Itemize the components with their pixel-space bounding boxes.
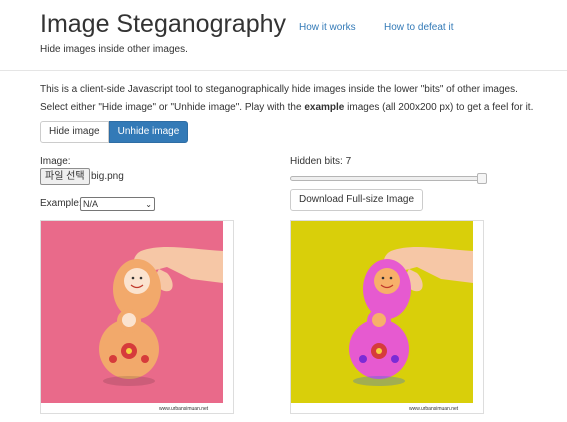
doll-face	[124, 268, 150, 294]
chevron-down-icon: ⌄	[145, 200, 152, 209]
intro-line-2-start: Select either "Hide image" or "Unhide im…	[40, 102, 305, 113]
inner-doll-face	[372, 313, 386, 327]
download-button[interactable]: Download Full-size Image	[290, 189, 424, 211]
slider-track	[290, 176, 487, 181]
inner-doll-face	[122, 313, 136, 327]
image-margin	[473, 221, 483, 413]
flower-decoration	[359, 355, 367, 363]
header-divider	[0, 70, 567, 71]
unhide-image-button[interactable]: Unhide image	[108, 121, 189, 143]
page-title: Image Steganography	[40, 10, 287, 38]
flower-decoration	[109, 355, 117, 363]
flower-center	[126, 348, 132, 354]
doll-face	[374, 268, 400, 294]
mode-button-group: Hide image Unhide image	[40, 121, 189, 143]
hidden-bits-label: Hidden bits: 7	[290, 156, 352, 167]
intro-line-2-bold: example	[304, 102, 345, 113]
image-label: Image:	[40, 156, 71, 167]
intro-line-1: This is a client-side Javascript tool to…	[40, 84, 518, 95]
revealed-image: www.urbansimuan.net	[290, 220, 484, 414]
flower-decoration	[141, 355, 149, 363]
nav-how-to-defeat-it[interactable]: How to defeat it	[384, 22, 453, 33]
flower-center	[376, 348, 382, 354]
choose-file-button[interactable]: 파일 선택	[40, 168, 90, 185]
doll-shadow	[103, 376, 155, 386]
example-select-value: N/A	[83, 199, 99, 209]
doll-eye	[389, 276, 393, 280]
file-name: big.png	[91, 171, 124, 182]
page-subtitle: Hide images inside other images.	[40, 44, 188, 55]
slider-thumb[interactable]	[477, 173, 487, 184]
hide-image-button[interactable]: Hide image	[40, 121, 109, 143]
doll-shadow	[353, 376, 405, 386]
image-watermark: www.urbansimuan.net	[159, 406, 209, 412]
image-margin	[223, 221, 233, 413]
intro-line-2: Select either "Hide image" or "Unhide im…	[40, 102, 533, 113]
image-watermark: www.urbansimuan.net	[409, 406, 459, 412]
example-select[interactable]: N/A ⌄	[80, 197, 155, 211]
nav-how-it-works[interactable]: How it works	[299, 22, 356, 33]
flower-decoration	[391, 355, 399, 363]
source-image: www.urbansimuan.net	[40, 220, 234, 414]
hidden-bits-slider[interactable]	[290, 173, 487, 184]
doll-eye	[381, 276, 385, 280]
intro-line-2-end: images (all 200x200 px) to get a feel fo…	[344, 102, 534, 113]
doll-eye	[139, 276, 143, 280]
doll-eye	[131, 276, 135, 280]
example-label: Example:	[40, 198, 82, 209]
